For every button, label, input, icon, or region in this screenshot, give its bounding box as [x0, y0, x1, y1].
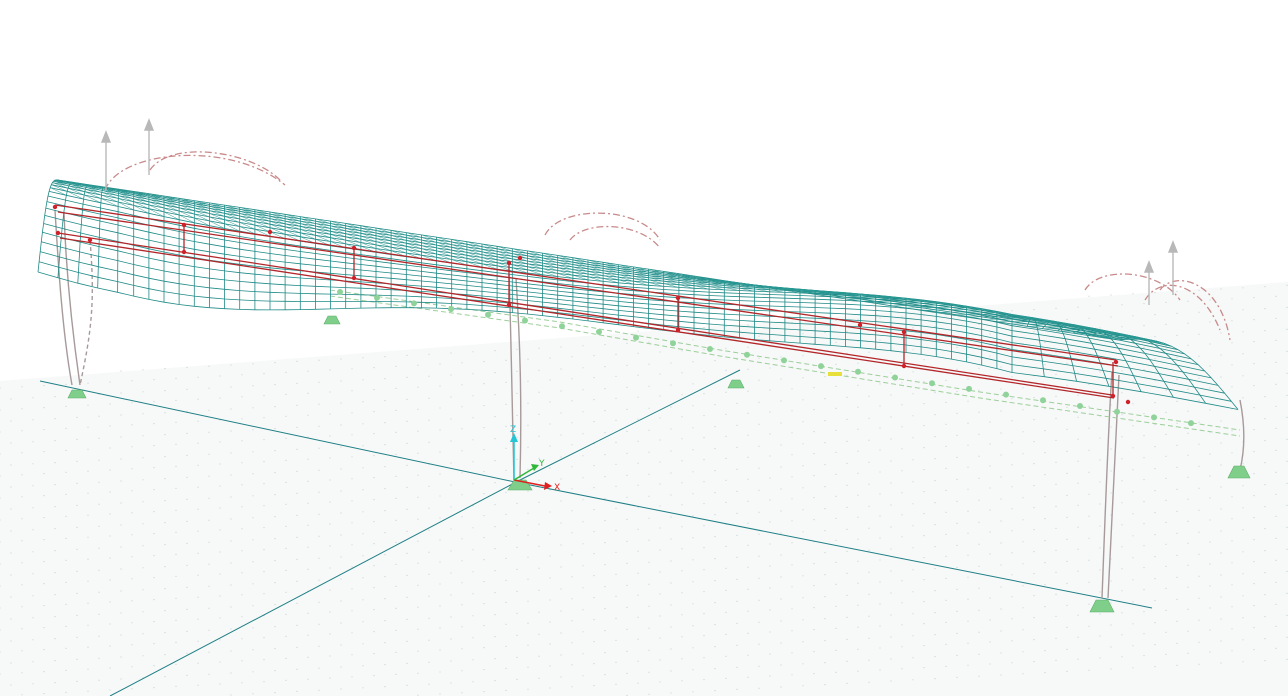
load-arrows	[100, 118, 1179, 305]
load-arc-1	[104, 154, 286, 191]
origin-marker	[828, 372, 842, 376]
column-1-b	[63, 211, 81, 386]
axis-z-label: Z	[510, 425, 516, 435]
column-5	[79, 239, 94, 386]
model-viewport[interactable]: X Z Y	[0, 0, 1288, 696]
support-5	[323, 315, 341, 325]
axis-y-label: Y	[538, 459, 545, 469]
structure-render[interactable]: X Z Y	[0, 0, 1288, 696]
axis-x-label: X	[554, 483, 560, 493]
load-arc-4	[569, 225, 661, 249]
